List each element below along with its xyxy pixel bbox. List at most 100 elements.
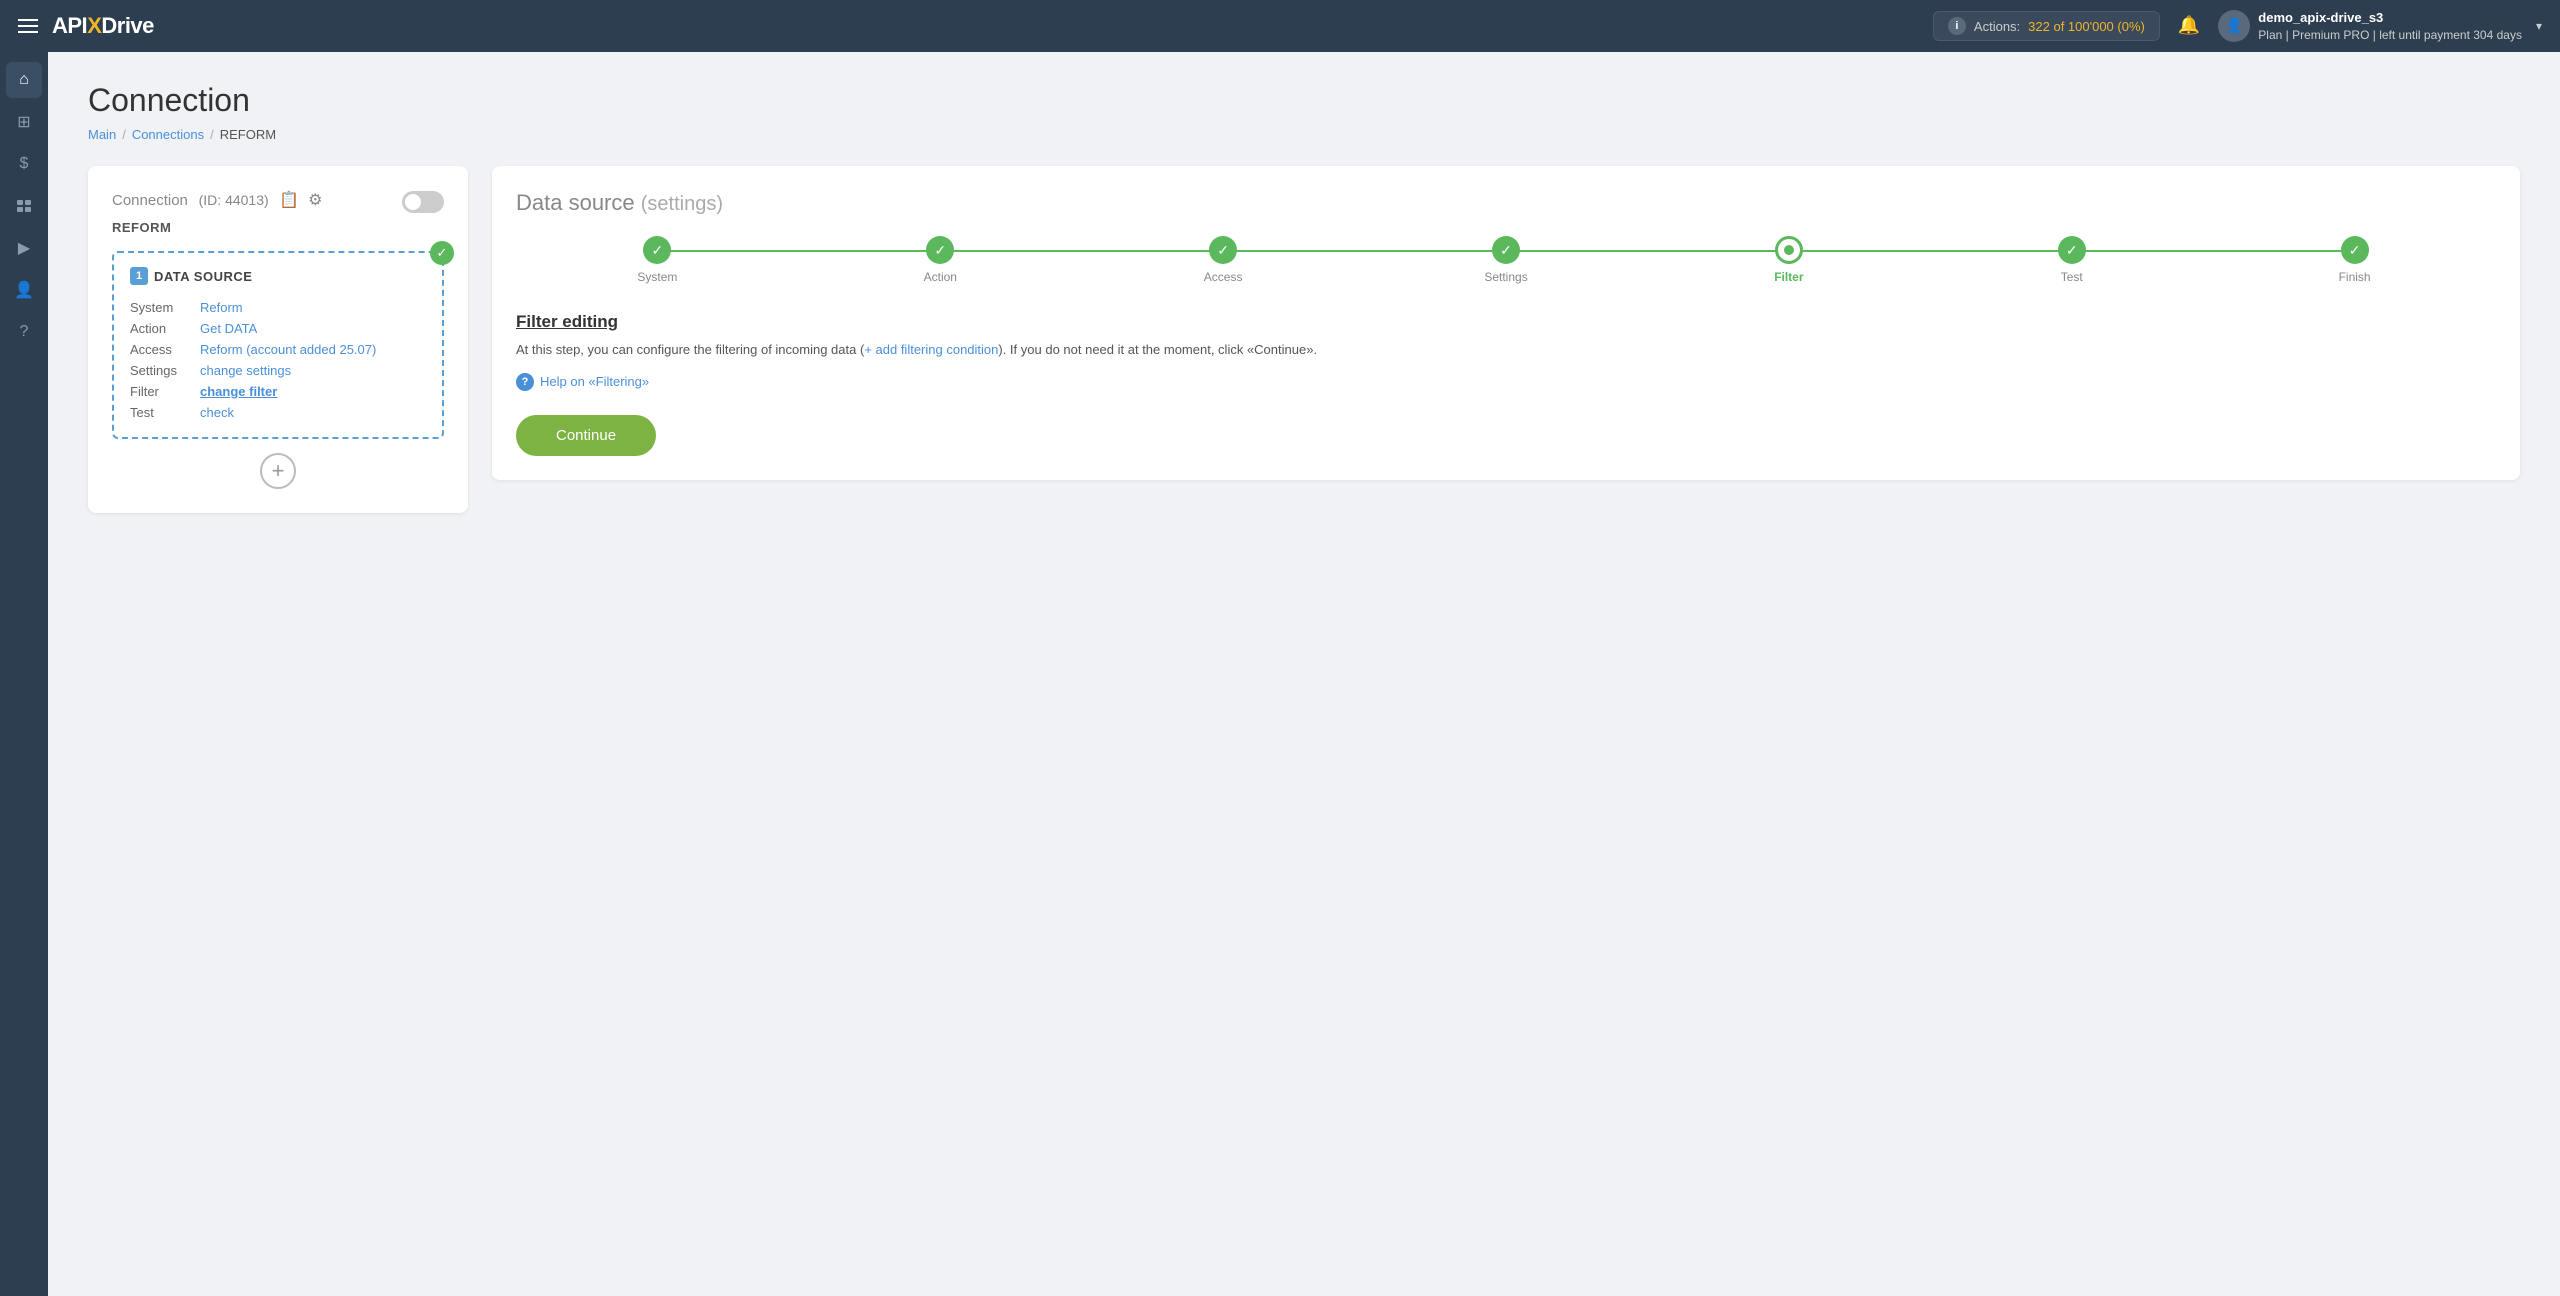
info-icon: i — [1948, 17, 1966, 35]
topnav: APIXDrive i Actions: 322 of 100'000 (0%)… — [0, 0, 2560, 52]
help-link-row: ? Help on «Filtering» — [516, 373, 2496, 391]
sidebar-item-play[interactable]: ▶ — [6, 230, 42, 266]
step-label-access: Access — [1204, 270, 1243, 284]
breadcrumb-sep1: / — [122, 127, 126, 142]
row-val-action[interactable]: Get DATA — [200, 321, 257, 336]
row-val-system[interactable]: Reform — [200, 300, 243, 315]
logo-api: API — [52, 13, 87, 39]
settings-icon[interactable]: ⚙ — [308, 192, 322, 209]
table-row: System Reform — [130, 297, 426, 318]
actions-badge: i Actions: 322 of 100'000 (0%) — [1933, 11, 2160, 41]
row-val-filter[interactable]: change filter — [200, 384, 277, 399]
add-datasource-button[interactable]: + — [260, 453, 296, 489]
step-action: ✓ Action — [799, 236, 1082, 284]
help-filtering-link[interactable]: Help on «Filtering» — [540, 374, 649, 389]
row-key-system: System — [130, 300, 200, 315]
step-settings: ✓ Settings — [1365, 236, 1648, 284]
sidebar-item-billing[interactable]: $ — [6, 146, 42, 182]
filter-title: Filter editing — [516, 312, 2496, 332]
user-section[interactable]: 👤 demo_apix-drive_s3 Plan | Premium PRO … — [2218, 9, 2542, 44]
logo: APIXDrive — [52, 13, 154, 39]
topnav-icons: 🔔 👤 demo_apix-drive_s3 Plan | Premium PR… — [2178, 9, 2542, 44]
user-plan: Plan | Premium PRO | left until payment … — [2258, 27, 2522, 44]
row-val-test[interactable]: check — [200, 405, 234, 420]
actions-count: 322 of 100'000 (0%) — [2028, 19, 2145, 34]
filter-desc: At this step, you can configure the filt… — [516, 340, 2496, 361]
step-filter: Filter — [1647, 236, 1930, 284]
actions-label: Actions: — [1974, 19, 2020, 34]
chevron-down-icon: ▾ — [2536, 19, 2542, 33]
table-row: Action Get DATA — [130, 318, 426, 339]
step-label-finish: Finish — [2339, 270, 2371, 284]
step-label-filter: Filter — [1774, 270, 1803, 284]
add-filter-link[interactable]: + add filtering condition — [864, 342, 998, 357]
user-name: demo_apix-drive_s3 — [2258, 9, 2522, 27]
row-key-access: Access — [130, 342, 200, 357]
step-test: ✓ Test — [1930, 236, 2213, 284]
toggle-switch[interactable] — [402, 191, 444, 213]
row-key-filter: Filter — [130, 384, 200, 399]
step-circle-action: ✓ — [926, 236, 954, 264]
breadcrumb-connections[interactable]: Connections — [132, 127, 204, 142]
bell-icon[interactable]: 🔔 — [2178, 15, 2200, 36]
page-content: Connection Main / Connections / REFORM C… — [48, 52, 2560, 1296]
step-system: ✓ System — [516, 236, 799, 284]
step-circle-access: ✓ — [1209, 236, 1237, 264]
step-circle-settings: ✓ — [1492, 236, 1520, 264]
breadcrumb: Main / Connections / REFORM — [88, 127, 2520, 142]
datasource-check: ✓ — [430, 241, 454, 265]
sidebar-item-tools[interactable] — [6, 188, 42, 224]
sidebar: ⌂ ⊞ $ ▶ 👤 ? — [0, 52, 48, 1296]
row-val-access[interactable]: Reform (account added 25.07) — [200, 342, 376, 357]
step-access: ✓ Access — [1082, 236, 1365, 284]
step-label-system: System — [637, 270, 677, 284]
datasource-box: ✓ 1 DATA SOURCE System Reform Action Get… — [112, 251, 444, 439]
step-label-settings: Settings — [1484, 270, 1527, 284]
logo-drive: Drive — [101, 13, 154, 39]
row-key-test: Test — [130, 405, 200, 420]
data-source-title-main: Data source — [516, 190, 635, 215]
help-icon: ? — [516, 373, 534, 391]
step-circle-filter — [1775, 236, 1803, 264]
sidebar-item-user[interactable]: 👤 — [6, 272, 42, 308]
main-layout: ⌂ ⊞ $ ▶ 👤 ? Connection Main / Connection… — [0, 52, 2560, 1296]
row-val-settings[interactable]: change settings — [200, 363, 291, 378]
breadcrumb-current: REFORM — [220, 127, 276, 142]
datasource-rows: System Reform Action Get DATA Access Ref… — [130, 297, 426, 423]
breadcrumb-main[interactable]: Main — [88, 127, 116, 142]
step-circle-system: ✓ — [643, 236, 671, 264]
sidebar-item-home[interactable]: ⌂ — [6, 62, 42, 98]
step-label-test: Test — [2061, 270, 2083, 284]
hamburger-menu[interactable] — [18, 19, 38, 33]
step-circle-test: ✓ — [2058, 236, 2086, 264]
card-top-row: Connection (ID: 44013) 📋 ⚙ — [112, 190, 444, 214]
sidebar-item-grid[interactable]: ⊞ — [6, 104, 42, 140]
right-card: Data source (settings) ✓ System ✓ Action — [492, 166, 2520, 480]
data-source-title: Data source (settings) — [516, 190, 2496, 216]
breadcrumb-sep2: / — [210, 127, 214, 142]
columns: Connection (ID: 44013) 📋 ⚙ REFORM ✓ 1 DA… — [88, 166, 2520, 513]
table-row: Test check — [130, 402, 426, 423]
row-key-settings: Settings — [130, 363, 200, 378]
left-card: Connection (ID: 44013) 📋 ⚙ REFORM ✓ 1 DA… — [88, 166, 468, 513]
user-info: demo_apix-drive_s3 Plan | Premium PRO | … — [2258, 9, 2522, 44]
continue-button[interactable]: Continue — [516, 415, 656, 456]
step-label-action: Action — [924, 270, 957, 284]
datasource-num: 1 — [130, 267, 148, 285]
page-title: Connection — [88, 82, 2520, 119]
card-header: Connection (ID: 44013) 📋 ⚙ — [112, 190, 322, 210]
card-id: (ID: 44013) — [199, 192, 269, 208]
filter-desc-after: ). If you do not need it at the moment, … — [998, 342, 1317, 357]
avatar: 👤 — [2218, 10, 2250, 42]
datasource-title: 1 DATA SOURCE — [130, 267, 426, 285]
copy-icon[interactable]: 📋 — [279, 192, 299, 209]
data-source-title-sub: (settings) — [641, 193, 723, 215]
sidebar-item-help[interactable]: ? — [6, 314, 42, 350]
connection-name: REFORM — [112, 220, 444, 235]
filter-desc-before: At this step, you can configure the filt… — [516, 342, 864, 357]
table-row: Settings change settings — [130, 360, 426, 381]
card-title: Connection — [112, 192, 188, 209]
datasource-label: DATA SOURCE — [154, 269, 252, 284]
step-circle-finish: ✓ — [2341, 236, 2369, 264]
table-row: Filter change filter — [130, 381, 426, 402]
